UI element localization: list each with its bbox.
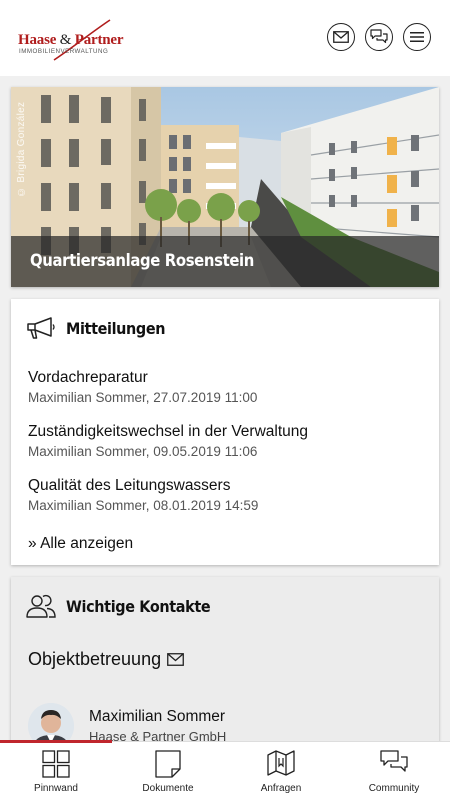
message-meta: Maximilian Sommer, 08.01.2019 14:59: [28, 498, 259, 513]
logo-text: Haase & Partner: [18, 32, 124, 48]
photo-credit: © Brigida González: [16, 101, 27, 197]
contact-name[interactable]: Maximilian Sommer: [89, 708, 225, 726]
document-icon: [155, 750, 181, 778]
hamburger-menu-icon: [410, 32, 424, 42]
message-item[interactable]: Vordachreparatur Maximilian Sommer, 27.0…: [28, 369, 428, 405]
company-logo[interactable]: Haase & Partner IMMOBILIENVERWALTUNG: [18, 18, 124, 62]
property-hero-image[interactable]: © Brigida González Quartiersanlage Rosen…: [11, 87, 439, 287]
message-item[interactable]: Qualität des Leitungswassers Maximilian …: [28, 477, 428, 513]
app-header: Haase & Partner IMMOBILIENVERWALTUNG: [0, 0, 450, 76]
chat-bubbles-icon: [370, 29, 388, 44]
nav-tab-dokumente[interactable]: Dokumente: [112, 742, 224, 800]
message-item[interactable]: Zuständigkeitswechsel in der Verwaltung …: [28, 423, 428, 459]
property-name: Quartiersanlage Rosenstein: [30, 251, 254, 270]
message-title: Qualität des Leitungswassers: [28, 477, 231, 494]
contacts-title: Wichtige Kontakte: [66, 597, 211, 616]
message-meta: Maximilian Sommer, 27.07.2019 11:00: [28, 390, 258, 405]
megaphone-icon: [27, 317, 55, 339]
envelope-icon[interactable]: [167, 653, 184, 666]
bottom-navigation: Pinnwand Dokumente Anfragen Community: [0, 740, 450, 800]
nav-label: Community: [368, 783, 420, 794]
chat-button[interactable]: [365, 23, 393, 51]
envelope-icon: [333, 31, 349, 43]
logo-subtitle: IMMOBILIENVERWALTUNG: [19, 48, 109, 55]
mail-button[interactable]: [327, 23, 355, 51]
object-management-heading[interactable]: Objektbetreuung: [28, 649, 184, 670]
nav-label: Pinnwand: [34, 783, 78, 794]
hero-caption-bar: Quartiersanlage Rosenstein: [11, 236, 439, 287]
messages-title: Mitteilungen: [66, 319, 166, 338]
people-icon: [26, 594, 56, 618]
nav-tab-pinnwand[interactable]: Pinnwand: [0, 742, 112, 800]
message-title: Zuständigkeitswechsel in der Verwaltung: [28, 423, 309, 440]
menu-button[interactable]: [403, 23, 431, 51]
message-meta: Maximilian Sommer, 09.05.2019 11:06: [28, 444, 258, 459]
grid-icon: [42, 750, 70, 778]
messages-card: Mitteilungen Vordachreparatur Maximilian…: [11, 299, 439, 565]
map-folder-icon: [267, 750, 295, 776]
nav-tab-community[interactable]: Community: [338, 742, 450, 800]
nav-label: Dokumente: [142, 783, 194, 794]
message-title: Vordachreparatur: [28, 369, 148, 386]
object-management-label: Objektbetreuung: [28, 649, 162, 669]
chat-bubbles-icon: [380, 750, 408, 772]
contacts-card: Wichtige Kontakte Objektbetreuung Maximi…: [11, 577, 439, 749]
nav-tab-anfragen[interactable]: Anfragen: [225, 742, 337, 800]
nav-label: Anfragen: [260, 783, 302, 794]
show-all-link[interactable]: » Alle anzeigen: [28, 535, 133, 553]
